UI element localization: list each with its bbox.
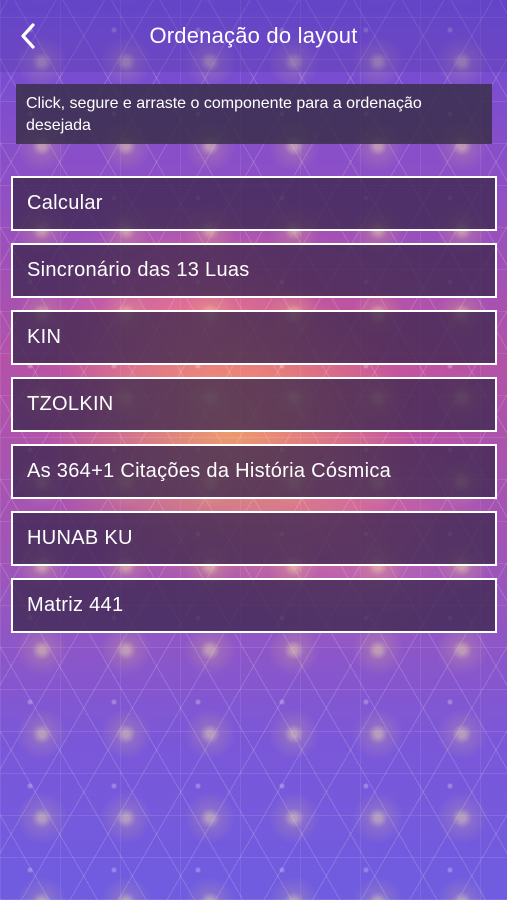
chevron-left-icon [21,23,35,49]
back-button[interactable] [10,18,46,54]
component-item-hunab-ku[interactable]: HUNAB KU [11,511,497,566]
component-item-matriz-441[interactable]: Matriz 441 [11,578,497,633]
component-item-calcular[interactable]: Calcular [11,176,497,231]
component-item-kin[interactable]: KIN [11,310,497,365]
component-item-citacoes[interactable]: As 364+1 Citações da História Cósmica [11,444,497,499]
instruction-text: Click, segure e arraste o componente par… [16,84,492,144]
nav-bar: Ordenação do layout [0,0,507,72]
page-title: Ordenação do layout [149,23,358,48]
component-item-tzolkin[interactable]: TZOLKIN [11,377,497,432]
component-item-sincronario[interactable]: Sincronário das 13 Luas [11,243,497,298]
component-list: Calcular Sincronário das 13 Luas KIN TZO… [11,176,497,645]
